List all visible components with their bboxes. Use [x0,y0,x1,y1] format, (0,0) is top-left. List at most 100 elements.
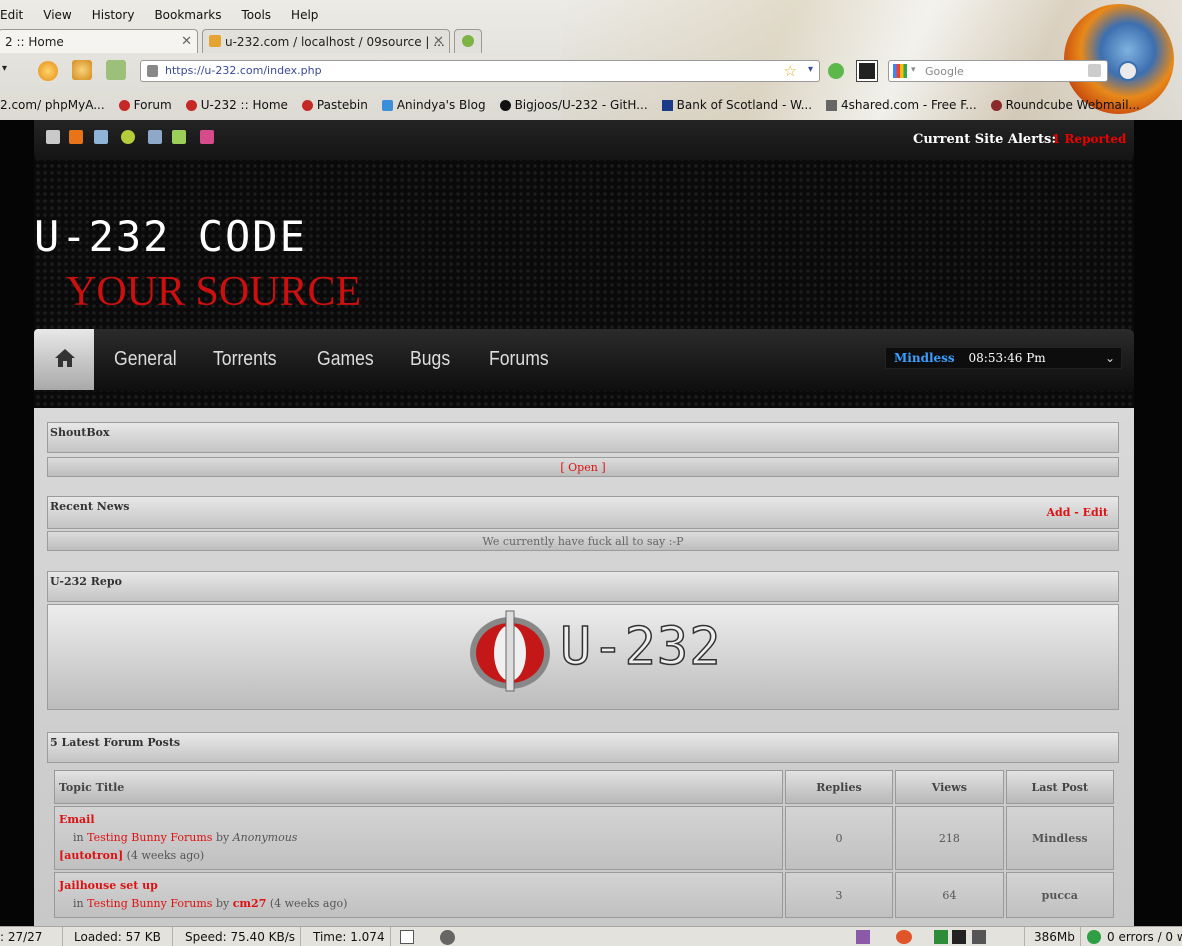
status-memory: 386Mb [1034,930,1075,944]
views-cell: 218 [895,806,1004,870]
menu-edit[interactable]: Edit [0,8,23,26]
bookmark-github[interactable]: Bigjoos/U-232 - GitH... [499,96,648,114]
nav-forums[interactable]: Forums [489,348,549,371]
grid-icon[interactable] [972,930,986,944]
google-engine-icon[interactable] [893,64,907,78]
replies-cell: 3 [784,872,894,918]
status-divider [172,927,173,946]
topic-forum-link[interactable]: Testing Bunny Forums [87,897,212,910]
lock-icon [147,65,158,77]
table-row: Jailhouse set up in Testing Bunny Forums… [54,872,1114,918]
bookmark-star-icon[interactable]: ☆ [784,62,797,80]
topic-age: (4 weeks ago) [126,849,205,862]
puzzle-icon[interactable] [934,930,948,944]
topic-in-label: in [73,831,84,844]
url-bar[interactable]: https://u-232.com/index.php ☆ ▾ [140,60,820,82]
topic-forum-link[interactable]: Testing Bunny Forums [87,831,212,844]
col-replies: Replies [784,770,894,804]
last-post-link[interactable]: Mindless [1005,806,1114,870]
bookmark-label: 2.com/ phpMyA... [0,98,105,112]
news-add-link[interactable]: Add [1046,506,1070,519]
reload-icon[interactable] [38,61,58,81]
status-divider [62,927,63,946]
menu-help[interactable]: Help [291,8,318,26]
4shared-favicon-icon [826,99,838,111]
globe-icon[interactable] [440,930,455,945]
qr-status-icon[interactable] [952,930,966,944]
bookmark-forum[interactable]: Forum [118,96,172,114]
shoutbox-bar: [ Open ] [47,457,1119,477]
menu-tools[interactable]: Tools [241,8,271,26]
bookmark-anindya-blog[interactable]: Anindya's Blog [381,96,486,114]
forum-posts-header: 5 Latest Forum Posts [47,732,1119,763]
bookmark-label: Bank of Scotland - W... [676,98,813,112]
mail-icon[interactable] [200,130,214,144]
chat-icon[interactable] [46,130,60,144]
topic-cell: Email in Testing Bunny Forums by Anonymo… [54,806,783,870]
download-icon[interactable] [106,60,126,80]
user-clock-select[interactable]: Mindless 08:53:46 Pm ⌄ [885,347,1122,369]
status-errors[interactable]: 0 errors / 0 w [1107,930,1182,944]
topic-title-link[interactable]: Email [59,813,95,826]
repo-banner[interactable]: U-232 [47,604,1119,710]
bookmark-phpmyadmin[interactable]: 2.com/ phpMyA... [0,96,105,114]
clock-addon-icon[interactable] [1118,61,1138,81]
topic-author-link[interactable]: [autotron] [59,849,123,862]
search-box[interactable]: ▾ Google [888,60,1108,82]
topic-title-link[interactable]: Jailhouse set up [59,879,158,892]
shoutbox-open-link[interactable]: [ Open ] [560,461,605,474]
username-link[interactable]: Mindless [894,351,955,365]
menu-bar: Edit View History Bookmarks Tools Help [0,8,318,26]
bookmark-pastebin[interactable]: Pastebin [301,96,368,114]
dropdown-arrow-icon[interactable]: ▾ [2,63,7,74]
site-alerts-value[interactable]: 1 Reported [1052,132,1126,146]
status-divider [390,927,391,946]
addon-green-icon[interactable] [828,63,844,79]
site-logo-title: U-232 CODE [34,212,307,261]
nav-general[interactable]: General [114,348,177,371]
tools-icon[interactable] [94,130,108,144]
status-divider [1024,927,1025,946]
bookmark-label: Forum [133,98,172,112]
close-tab-icon[interactable]: ✕ [181,34,192,49]
bookmark-label: Bigjoos/U-232 - GitH... [514,98,648,112]
close-tab-icon[interactable]: ✕ [433,34,444,49]
document-icon[interactable] [148,130,162,144]
news-edit-link[interactable]: Edit [1083,506,1108,519]
news-actions: Add - Edit [1046,506,1108,519]
chevron-down-icon[interactable]: ⌄ [1105,351,1115,365]
tab-home[interactable]: 2 :: Home ✕ [0,29,198,53]
nav-torrents[interactable]: Torrents [213,348,277,371]
topic-poster-link[interactable]: cm27 [233,897,267,910]
menu-history[interactable]: History [92,8,135,26]
status-divider [1080,927,1081,946]
bookmark-4shared[interactable]: 4shared.com - Free F... [826,96,977,114]
bookmark-u232-home[interactable]: U-232 :: Home [185,96,288,114]
user-add-icon[interactable] [172,130,186,144]
bookmarks-toolbar: 2.com/ phpMyA... Forum U-232 :: Home Pas… [0,96,1140,114]
url-dropdown-icon[interactable]: ▾ [808,64,813,75]
last-post-link[interactable]: pucca [1005,872,1114,918]
home-icon[interactable] [72,60,92,80]
bookmark-roundcube[interactable]: Roundcube Webmail... [990,96,1140,114]
smiley-icon[interactable] [121,130,135,144]
rocket-icon[interactable] [69,130,83,144]
page-info-icon[interactable] [400,930,414,944]
check-icon[interactable] [1087,930,1101,944]
tab-phpmyadmin[interactable]: u-232.com / localhost / 09source | ... ✕ [202,29,450,53]
counter-badge-icon[interactable] [896,930,912,944]
search-icon[interactable] [1088,64,1101,77]
qr-code-icon[interactable] [856,60,878,82]
nav-games[interactable]: Games [317,348,374,371]
bookmark-bank-of-scotland[interactable]: Bank of Scotland - W... [661,96,813,114]
tab-phpmyadmin-label: u-232.com / localhost / 09source | ... [225,35,445,49]
addon-icon[interactable] [856,930,870,944]
table-row: Email in Testing Bunny Forums by Anonymo… [54,806,1114,870]
menu-bookmarks[interactable]: Bookmarks [154,8,221,26]
new-tab-button[interactable] [454,29,482,53]
news-action-separator: - [1074,506,1079,519]
nav-bugs[interactable]: Bugs [410,348,450,371]
pastebin-favicon-icon [301,99,313,111]
menu-view[interactable]: View [43,8,71,26]
engine-dropdown-icon[interactable]: ▾ [911,65,916,75]
